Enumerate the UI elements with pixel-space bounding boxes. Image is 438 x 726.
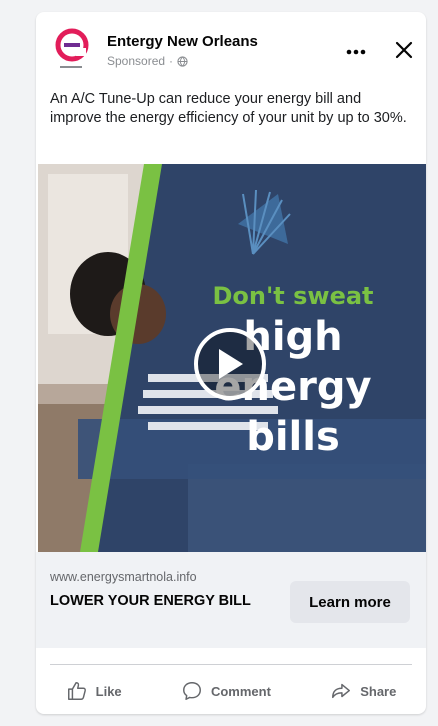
entergy-logo[interactable] (54, 28, 90, 74)
comment-icon (182, 682, 201, 700)
close-icon (395, 41, 413, 59)
sponsored-post-card: Entergy New Orleans Sponsored · An A/C T… (36, 12, 426, 714)
sponsored-label[interactable]: Sponsored (107, 54, 165, 68)
globe-icon (177, 55, 188, 67)
video-media[interactable]: Don't sweat high energy bills (38, 164, 426, 552)
post-header: Entergy New Orleans Sponsored · (36, 12, 426, 86)
play-icon (219, 349, 243, 379)
like-icon (67, 682, 86, 700)
link-headline[interactable]: LOWER YOUR ENERGY BILL (50, 590, 260, 612)
like-button[interactable]: Like (66, 680, 122, 702)
share-button[interactable]: Share (330, 680, 396, 702)
share-label: Share (360, 683, 397, 699)
page-name[interactable]: Entergy New Orleans (107, 33, 258, 50)
post-actions: Like Comment Share (36, 672, 426, 710)
post-caption: An A/C Tune-Up can reduce your energy bi… (50, 91, 407, 126)
learn-more-button[interactable]: Learn more (290, 581, 410, 623)
post-meta: Sponsored · (107, 54, 188, 68)
more-dots-icon (346, 49, 366, 55)
close-button[interactable] (390, 36, 418, 64)
comment-button[interactable]: Comment (181, 680, 271, 702)
headline-line-4: bills (246, 414, 340, 460)
more-options-button[interactable] (342, 42, 370, 62)
divider (50, 664, 412, 665)
dot-separator: · (169, 54, 174, 68)
link-domain[interactable]: www.energysmartnola.info (50, 570, 197, 584)
share-icon (332, 683, 351, 699)
play-button[interactable] (194, 328, 266, 400)
headline-line-1: Don't sweat (212, 282, 374, 310)
like-label: Like (95, 683, 122, 699)
comment-label: Comment (210, 683, 271, 699)
